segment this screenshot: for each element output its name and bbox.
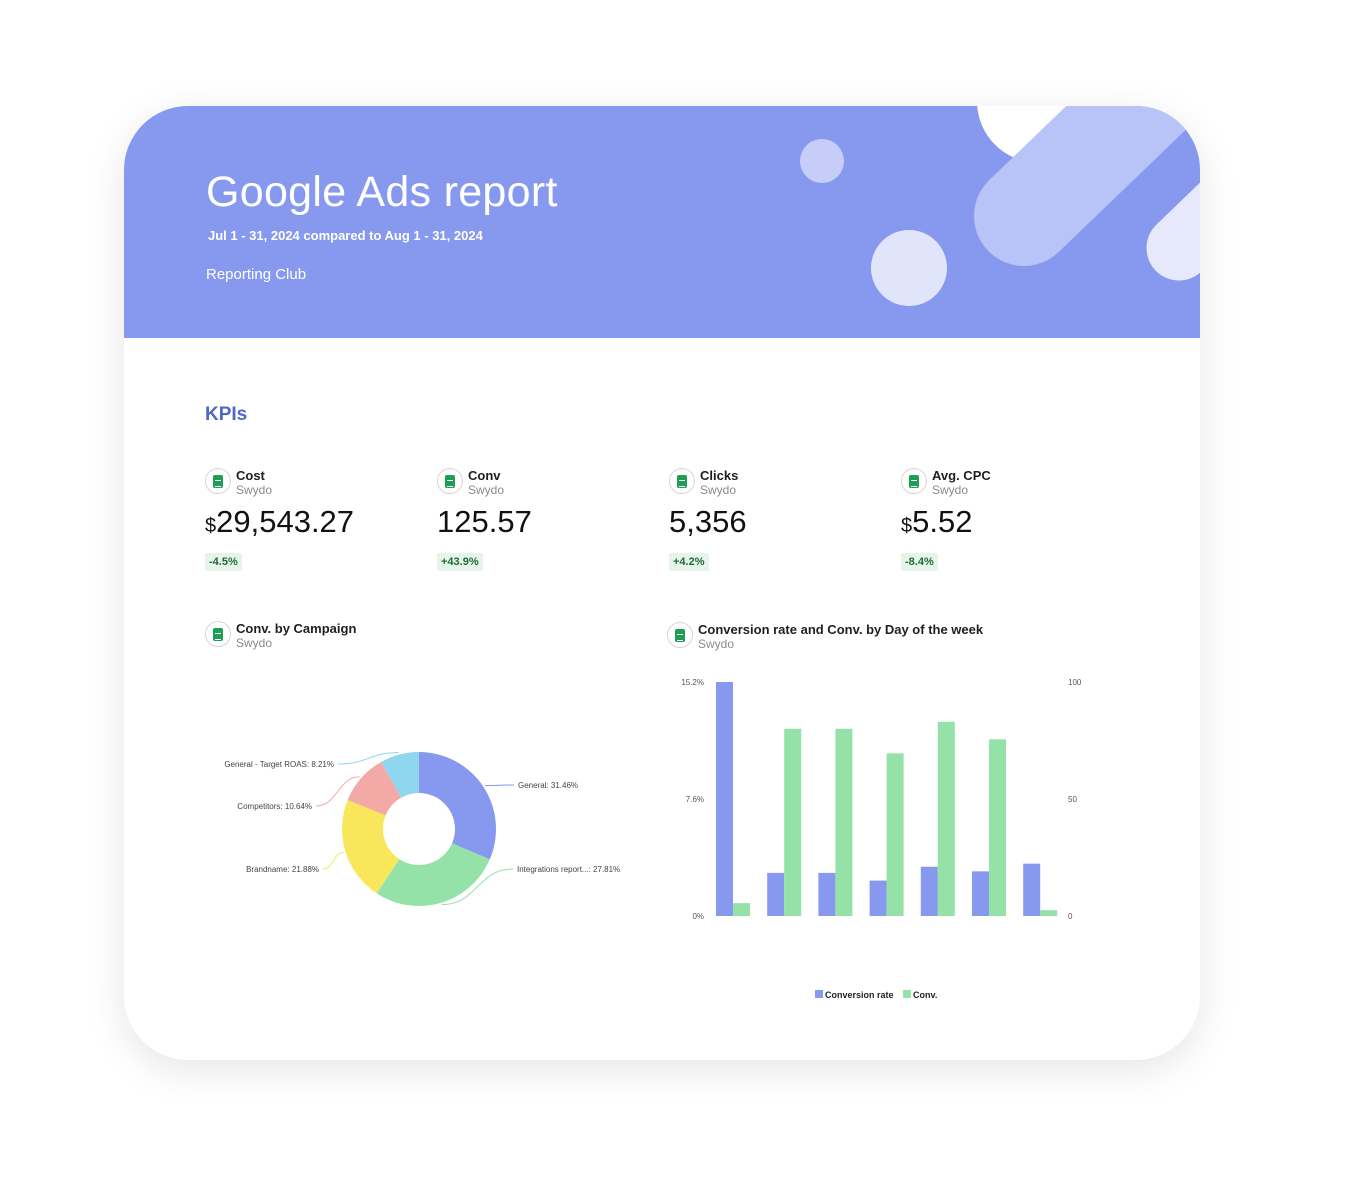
kpi-delta-badge: -8.4% bbox=[901, 553, 938, 571]
donut-slice-label: General: 31.46% bbox=[518, 781, 578, 790]
left-axis-tick: 7.6% bbox=[686, 795, 704, 804]
donut-slice-label: General - Target ROAS: 8.21% bbox=[224, 760, 334, 769]
currency-symbol: $ bbox=[901, 515, 913, 537]
conversion-rate-bar[interactable] bbox=[869, 880, 887, 916]
kpi-label: Avg. CPC bbox=[932, 468, 991, 483]
right-axis-tick: 0 bbox=[1068, 912, 1073, 921]
campaign-donut-chart: General: 31.46% Integrations report...: 2… bbox=[224, 752, 620, 906]
report-title: Google Ads report bbox=[206, 168, 558, 216]
kpi-source: Swydo bbox=[468, 483, 505, 497]
report-card: Google Ads report Jul 1 - 31, 2024 compa… bbox=[124, 106, 1200, 1060]
conversion-rate-bar[interactable] bbox=[818, 872, 836, 916]
google-sheets-icon bbox=[205, 621, 231, 647]
google-sheets-icon bbox=[205, 468, 231, 494]
conversion-rate-bar[interactable] bbox=[972, 871, 989, 916]
kpi-label: Cost bbox=[236, 468, 265, 483]
google-sheets-icon bbox=[669, 468, 695, 494]
kpi-label: Clicks bbox=[700, 468, 739, 483]
google-sheets-icon bbox=[667, 622, 693, 648]
conversion-rate-bar[interactable] bbox=[716, 682, 733, 916]
left-axis-tick: 0% bbox=[692, 912, 704, 921]
donut-slice[interactable] bbox=[376, 843, 490, 906]
legend-label[interactable]: Conv. bbox=[913, 990, 937, 1000]
kpi-value: 125.57 bbox=[437, 504, 532, 539]
kpi-delta-badge: +43.9% bbox=[437, 553, 483, 571]
conv-bar[interactable] bbox=[733, 903, 750, 916]
kpis-heading: KPIs bbox=[205, 404, 248, 425]
kpi-value: $29,543.27 bbox=[205, 504, 355, 539]
chart-source: Swydo bbox=[236, 636, 273, 650]
chart-title: Conversion rate and Conv. by Day of the … bbox=[698, 622, 984, 637]
kpi-value: 5,356 bbox=[669, 504, 747, 539]
kpi-label: Conv bbox=[468, 468, 501, 483]
kpi-source: Swydo bbox=[700, 483, 737, 497]
conversion-rate-bar[interactable] bbox=[767, 872, 785, 916]
conversion-rate-bar[interactable] bbox=[1023, 863, 1041, 916]
kpi-source: Swydo bbox=[236, 483, 273, 497]
donut-leader-line bbox=[322, 851, 344, 870]
conversion-rate-bar[interactable] bbox=[920, 866, 938, 916]
date-range: Jul 1 - 31, 2024 compared to Aug 1 - 31,… bbox=[208, 228, 483, 243]
google-sheets-icon bbox=[901, 468, 927, 494]
currency-symbol: $ bbox=[205, 515, 217, 537]
header-decoration bbox=[800, 106, 1200, 306]
donut-slice[interactable] bbox=[419, 752, 496, 860]
conv-bar[interactable] bbox=[784, 728, 802, 916]
conv-bar[interactable] bbox=[989, 739, 1006, 916]
donut-slice-label: Brandname: 21.88% bbox=[246, 865, 319, 874]
google-sheets-icon bbox=[437, 468, 463, 494]
conv-bar[interactable] bbox=[1040, 910, 1058, 916]
right-axis-tick: 50 bbox=[1068, 795, 1077, 804]
conv-bar[interactable] bbox=[886, 753, 904, 916]
kpi-delta-badge: -4.5% bbox=[205, 553, 242, 571]
donut-slice-label: Competitors: 10.64% bbox=[237, 802, 312, 811]
chart-title: Conv. by Campaign bbox=[236, 621, 357, 636]
left-axis-tick: 15.2% bbox=[681, 678, 704, 687]
chart-source: Swydo bbox=[698, 637, 735, 651]
donut-leader-line bbox=[484, 784, 515, 787]
right-axis-tick: 100 bbox=[1068, 678, 1082, 687]
legend-label[interactable]: Conversion rate bbox=[825, 990, 894, 1000]
conv-bar[interactable] bbox=[835, 728, 853, 916]
legend-swatch bbox=[903, 990, 911, 998]
donut-slice-label: Integrations report...: 27.81% bbox=[517, 865, 620, 874]
organization-name: Reporting Club bbox=[206, 266, 307, 283]
legend-swatch bbox=[815, 990, 823, 998]
weekday-bar-chart: 15.2% 7.6% 0% 100 50 0 Conversion rate Conv. bbox=[681, 678, 1082, 1000]
kpi-source: Swydo bbox=[932, 483, 969, 497]
report-header: Google Ads report Jul 1 - 31, 2024 compa… bbox=[124, 106, 1200, 338]
conv-bar[interactable] bbox=[937, 721, 955, 916]
kpi-value: $5.52 bbox=[901, 504, 973, 539]
kpi-delta-badge: +4.2% bbox=[669, 553, 709, 571]
